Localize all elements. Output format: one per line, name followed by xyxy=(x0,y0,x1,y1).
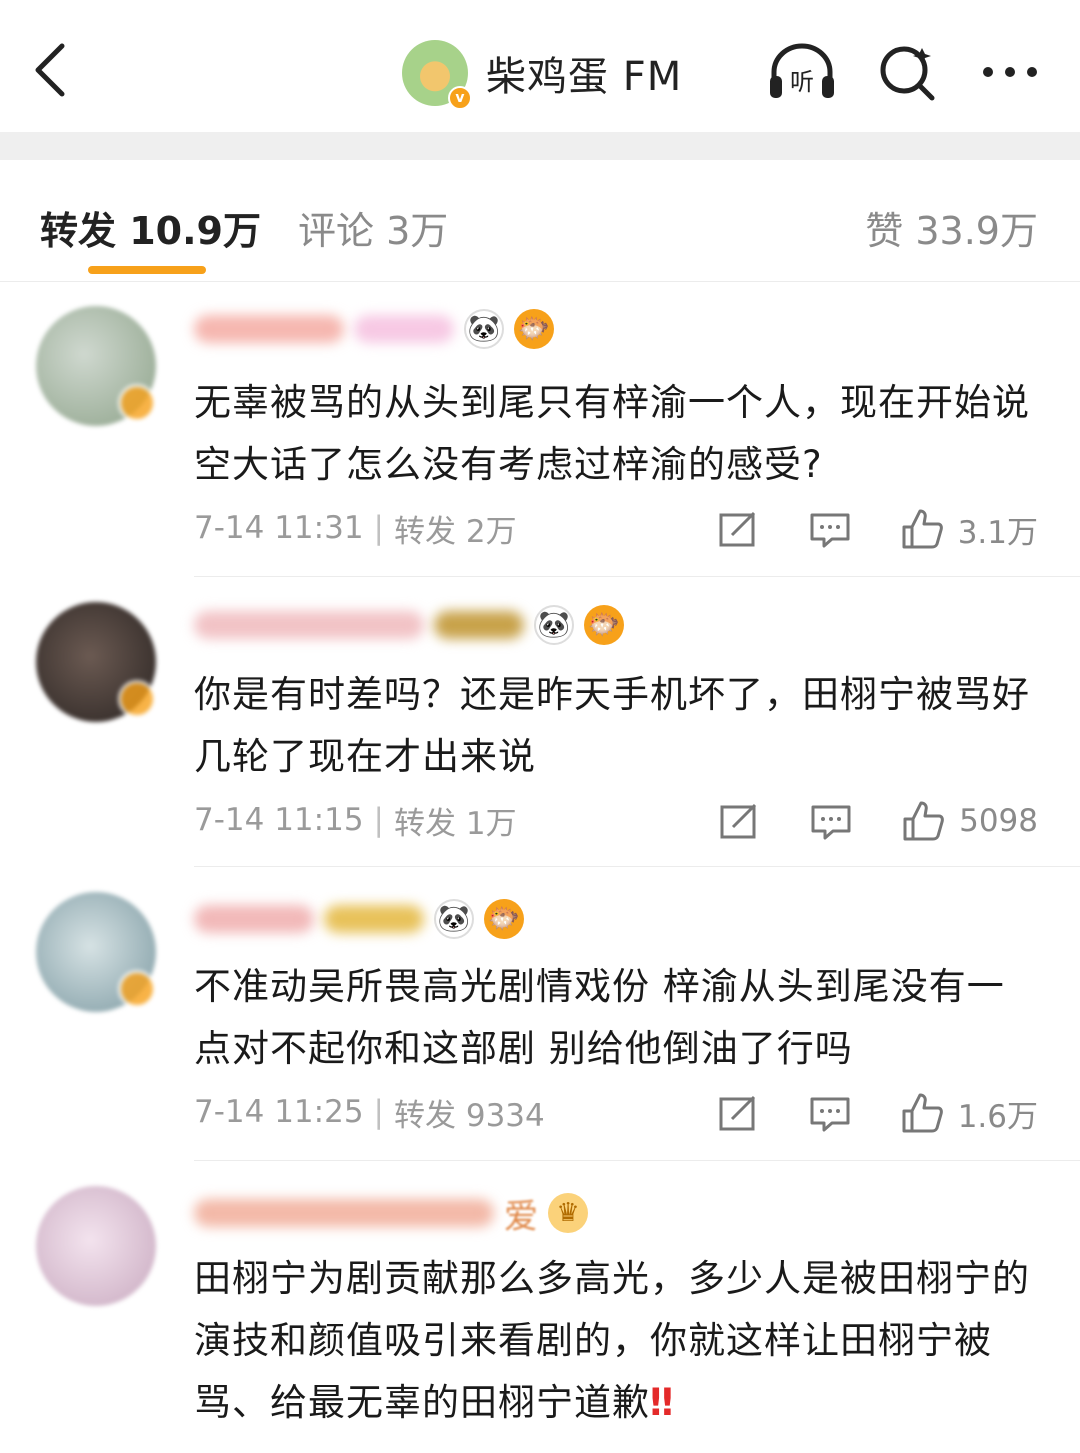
divider xyxy=(194,576,1080,577)
user-name-visible: 爱 xyxy=(504,1196,538,1237)
repost-actions: 3.1万 xyxy=(668,504,1038,554)
user-name[interactable]: 爱 ♛ xyxy=(194,1192,588,1237)
share-edit-icon xyxy=(719,511,755,547)
comment-icon xyxy=(810,513,850,548)
comment-button[interactable] xyxy=(808,507,852,551)
user-name[interactable]: 🐼 🐡 xyxy=(194,604,624,646)
chevron-left-icon xyxy=(35,43,65,97)
repost-text: 不准动吴所畏高光剧情戏份 梓渝从头到尾没有一点对不起你和这部剧 别给他倒油了行吗 xyxy=(194,965,1005,1070)
repost-count: 转发 2万 xyxy=(394,513,517,550)
tab-like[interactable]: 赞 33.9万 xyxy=(865,200,1038,255)
comment-icon xyxy=(810,1097,850,1132)
user-avatar[interactable] xyxy=(36,1186,156,1306)
comment-button[interactable] xyxy=(809,799,853,843)
verified-icon xyxy=(118,384,156,422)
repost-count: 转发 1万 xyxy=(394,805,517,842)
top-bar: v 柴鸡蛋 FM 听 xyxy=(0,0,1080,132)
repost-text: 无辜被骂的从头到尾只有梓渝一个人，现在开始说空大话了怎么没有考虑过梓渝的感受? xyxy=(194,381,1030,486)
search-button[interactable] xyxy=(872,42,944,102)
repost-actions: 5098 xyxy=(669,796,1038,846)
comment-button[interactable] xyxy=(808,1091,852,1135)
share-button[interactable] xyxy=(716,507,760,551)
user-avatar[interactable] xyxy=(36,306,156,426)
repost-item: 爱 ♛ 田栩宁为剧贡献那么多高光，多少人是被田栩宁的演技和颜值吸引来看剧的，你就… xyxy=(0,1162,1080,1453)
like-count: 1.6万 xyxy=(957,1098,1038,1135)
crown-icon: ♛ xyxy=(548,1193,588,1233)
section-separator xyxy=(0,132,1080,160)
thumbs-up-icon xyxy=(902,1093,943,1133)
share-button[interactable] xyxy=(716,1091,760,1135)
repost-item: 🐼 🐡 不准动吴所畏高光剧情戏份 梓渝从头到尾没有一点对不起你和这部剧 别给他倒… xyxy=(0,868,1080,1162)
repost-actions: 1.6万 xyxy=(668,1088,1038,1138)
panda-icon: 🐼 xyxy=(434,899,474,939)
verified-icon xyxy=(118,680,156,718)
repost-item: 🐼 🐡 无辜被骂的从头到尾只有梓渝一个人，现在开始说空大话了怎么没有考虑过梓渝的… xyxy=(0,282,1080,578)
like-button[interactable] xyxy=(900,507,944,551)
fish-icon: 🐡 xyxy=(484,899,524,939)
double-exclamation-icon: ‼ xyxy=(650,1381,675,1424)
divider xyxy=(194,866,1080,867)
user-avatar[interactable] xyxy=(36,602,156,722)
divider xyxy=(194,1160,1080,1161)
active-tab-indicator xyxy=(88,266,206,274)
listen-label: 听 xyxy=(790,68,814,96)
page-title: 柴鸡蛋 FM xyxy=(486,54,683,100)
thumbs-up-icon xyxy=(903,801,944,841)
comment-icon xyxy=(811,805,851,840)
repost-count: 转发 9334 xyxy=(394,1097,545,1134)
headphones-icon: 听 xyxy=(770,43,834,98)
account-avatar[interactable]: v xyxy=(402,40,472,110)
share-button[interactable] xyxy=(717,799,761,843)
repost-time: 7-14 11:31 xyxy=(194,510,364,546)
repost-time: 7-14 11:15 xyxy=(194,802,364,838)
panda-icon: 🐼 xyxy=(464,309,504,349)
tab-comment[interactable]: 评论 3万 xyxy=(298,200,448,255)
panda-icon: 🐼 xyxy=(534,605,574,645)
account-title[interactable]: v 柴鸡蛋 FM xyxy=(402,38,683,110)
like-count: 3.1万 xyxy=(957,514,1038,551)
like-button[interactable] xyxy=(900,1091,944,1135)
more-dots-icon xyxy=(983,67,1037,77)
listen-button[interactable]: 听 xyxy=(766,42,838,102)
thumbs-up-icon xyxy=(902,509,943,549)
fish-icon: 🐡 xyxy=(514,309,554,349)
share-edit-icon xyxy=(719,1095,755,1131)
more-button[interactable] xyxy=(974,42,1046,102)
tab-bar: 转发 10.9万 评论 3万 赞 33.9万 xyxy=(0,160,1080,282)
user-name[interactable]: 🐼 🐡 xyxy=(194,308,554,350)
fish-icon: 🐡 xyxy=(584,605,624,645)
like-button[interactable] xyxy=(901,799,945,843)
like-count: 5098 xyxy=(959,803,1038,839)
back-button[interactable] xyxy=(28,40,72,100)
verified-icon xyxy=(118,970,156,1008)
repost-time: 7-14 11:25 xyxy=(194,1094,364,1130)
user-name[interactable]: 🐼 🐡 xyxy=(194,898,524,940)
search-icon xyxy=(880,46,935,101)
user-avatar[interactable] xyxy=(36,892,156,1012)
share-edit-icon xyxy=(720,803,757,839)
tab-repost[interactable]: 转发 10.9万 xyxy=(40,200,261,255)
repost-item: 🐼 🐡 你是有时差吗？还是昨天手机坏了，田栩宁被骂好几轮了现在才出来说 7-14… xyxy=(0,578,1080,868)
verified-icon: v xyxy=(448,86,472,110)
repost-text: 你是有时差吗？还是昨天手机坏了，田栩宁被骂好几轮了现在才出来说 xyxy=(194,673,1030,778)
repost-text: 田栩宁为剧贡献那么多高光，多少人是被田栩宁的演技和颜值吸引来看剧的，你就这样让田… xyxy=(194,1257,1030,1424)
